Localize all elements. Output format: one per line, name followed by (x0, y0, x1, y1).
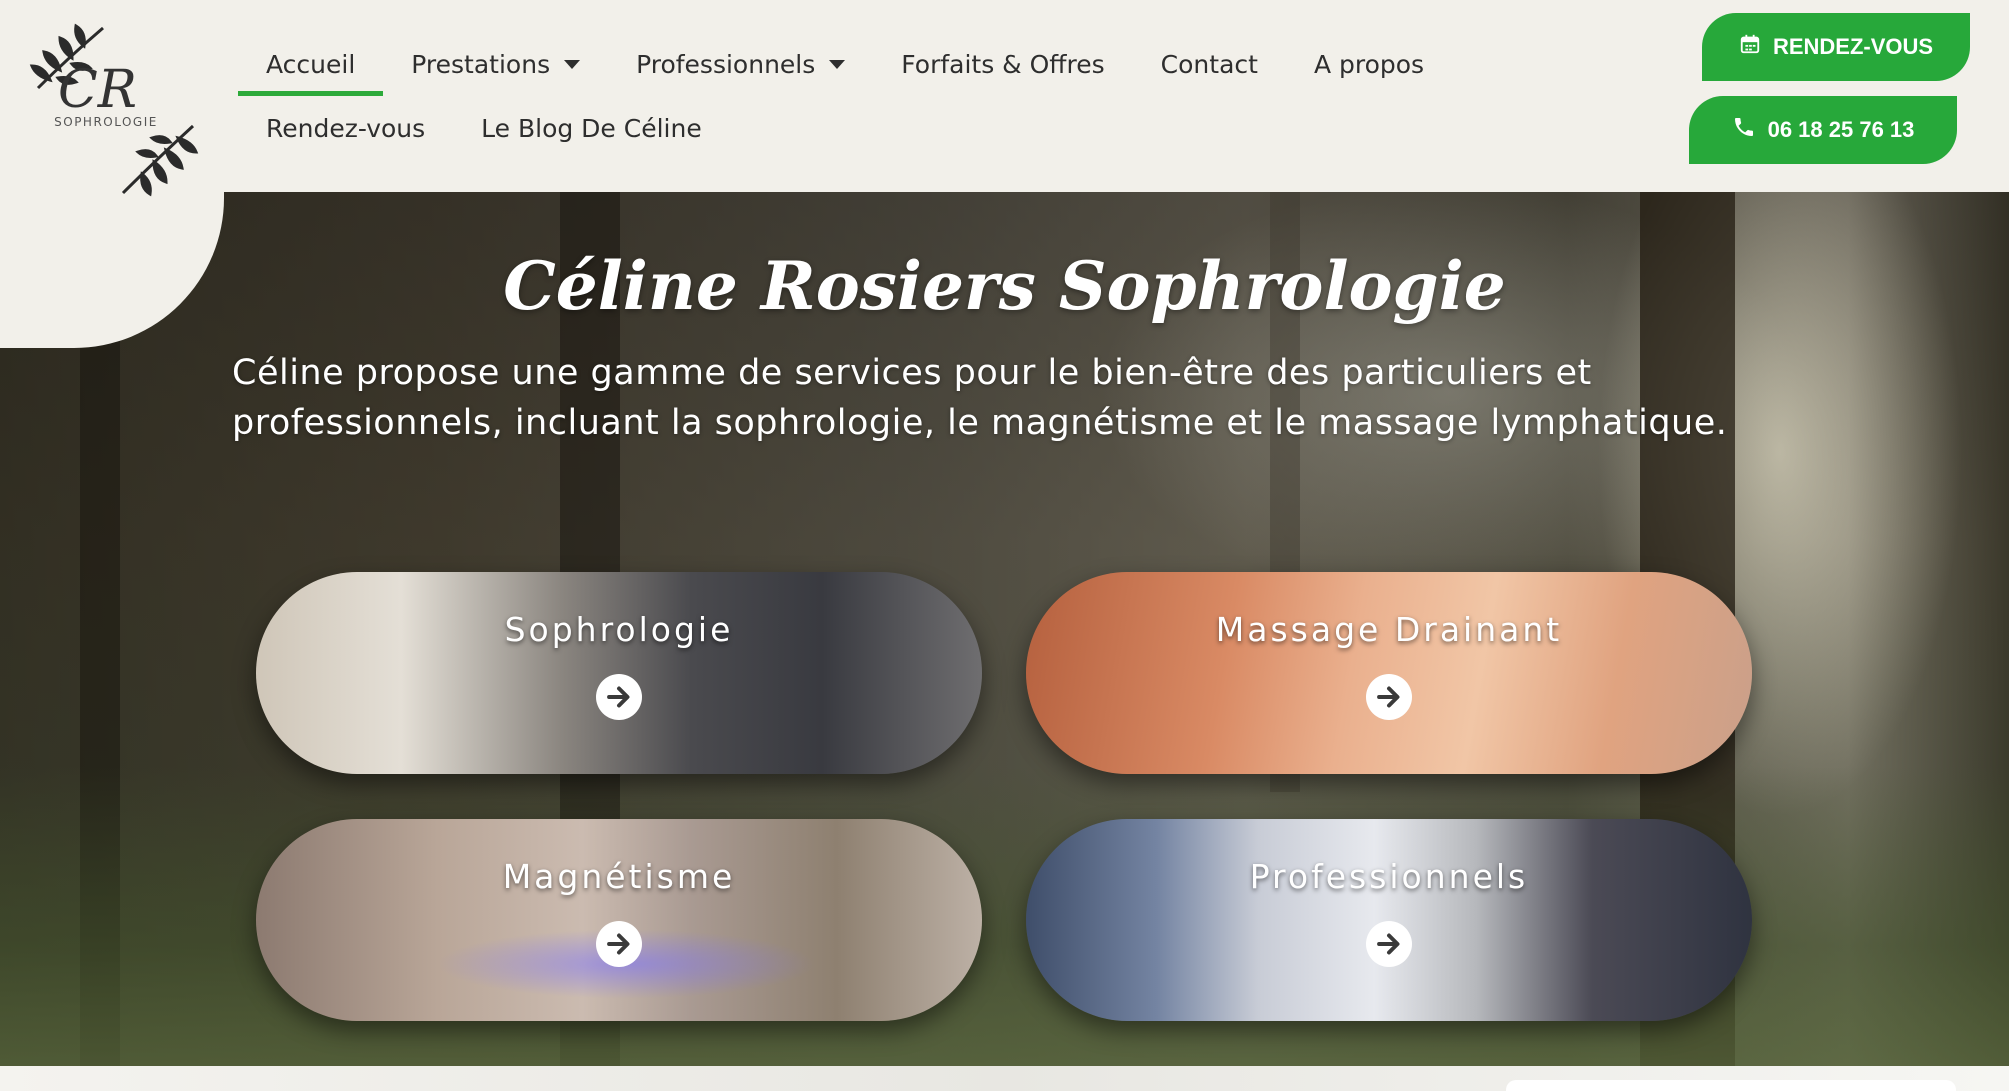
site-header: Accueil Prestations Professionnels Forfa… (0, 0, 2009, 192)
nav-item-label: Le Blog De Céline (481, 113, 702, 143)
service-card-label: Magnétisme (502, 857, 736, 896)
arrow-right-circle-icon[interactable] (1366, 674, 1412, 720)
service-card-professionnels[interactable]: Professionnels (1026, 819, 1752, 1021)
main-navigation: Accueil Prestations Professionnels Forfa… (238, 36, 1438, 156)
next-section-box (1506, 1080, 1956, 1091)
appointment-button-label: RENDEZ-VOUS (1772, 34, 1934, 59)
arrow-right-circle-icon[interactable] (1366, 921, 1412, 967)
nav-item-a-propos[interactable]: A propos (1286, 36, 1452, 92)
service-card-massage-drainant[interactable]: Massage Drainant (1026, 572, 1752, 774)
phone-icon (1732, 115, 1756, 145)
service-card-label: Sophrologie (504, 610, 734, 649)
nav-item-label: Prestations (411, 49, 551, 79)
service-card-sophrologie[interactable]: Sophrologie (256, 572, 982, 774)
nav-item-label: Accueil (266, 49, 356, 79)
logo-subtitle: SOPHROLOGIE (54, 115, 158, 129)
nav-row-primary: Accueil Prestations Professionnels Forfa… (238, 36, 1438, 96)
service-card-label: Massage Drainant (1215, 610, 1563, 649)
nav-item-forfaits-offres[interactable]: Forfaits & Offres (873, 36, 1132, 92)
nav-item-contact[interactable]: Contact (1133, 36, 1286, 92)
hero-title: Céline Rosiers Sophrologie (503, 247, 1506, 325)
nav-item-professionnels[interactable]: Professionnels (608, 36, 873, 92)
appointment-button[interactable]: RENDEZ-VOUS (1702, 13, 1970, 81)
hero-section: Céline Rosiers Sophrologie Céline propos… (0, 192, 2009, 1066)
nav-item-label: A propos (1313, 49, 1425, 79)
nav-item-label: Forfaits & Offres (901, 49, 1105, 79)
hero-description: Céline propose une gamme de services pou… (232, 353, 1728, 443)
nav-item-label: Rendez-vous (266, 113, 426, 143)
nav-item-label: Contact (1160, 49, 1258, 79)
logo-initials: CR (58, 60, 137, 120)
phone-button[interactable]: 06 18 25 76 13 (1689, 96, 1957, 164)
site-logo[interactable]: CR (28, 18, 203, 203)
nav-item-rendez-vous[interactable]: Rendez-vous (238, 100, 453, 156)
calendar-icon (1739, 33, 1761, 61)
nav-item-label: Professionnels (636, 49, 816, 79)
caret-down-icon (564, 59, 581, 69)
service-card-label: Professionnels (1249, 857, 1529, 896)
caret-down-icon (829, 59, 846, 69)
nav-row-secondary: Rendez-vous Le Blog De Céline (238, 100, 1438, 156)
nav-item-blog[interactable]: Le Blog De Céline (453, 100, 730, 156)
arrow-right-circle-icon[interactable] (596, 674, 642, 720)
nav-item-accueil[interactable]: Accueil (238, 36, 384, 96)
arrow-right-circle-icon[interactable] (596, 921, 642, 967)
service-card-magnetisme[interactable]: Magnétisme (256, 819, 982, 1021)
phone-button-label: 06 18 25 76 13 (1767, 117, 1915, 142)
nav-item-prestations[interactable]: Prestations (383, 36, 608, 92)
